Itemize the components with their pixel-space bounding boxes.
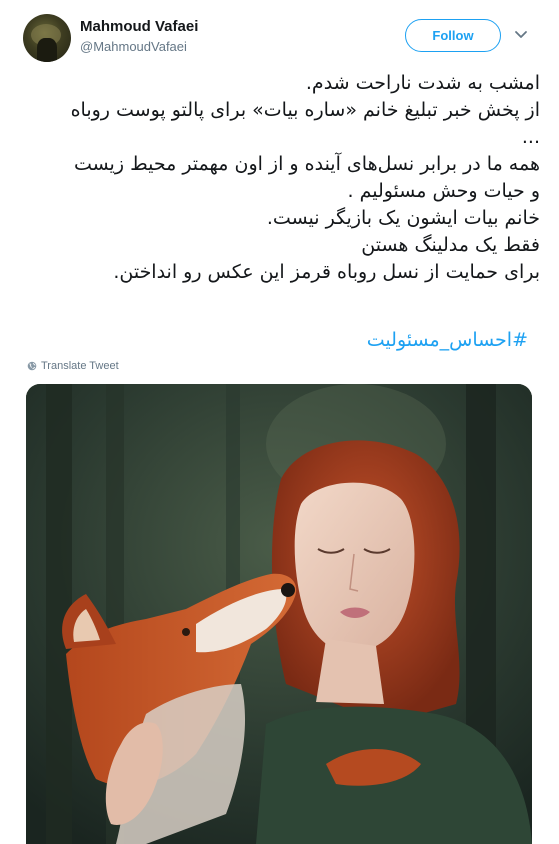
author-handle[interactable]: @MahmoudVafaei (80, 39, 187, 54)
author-name[interactable]: Mahmoud Vafaei (80, 18, 198, 35)
translate-tweet-link[interactable]: Translate Tweet (27, 359, 119, 373)
chevron-down-icon[interactable] (513, 28, 529, 42)
hashtag-link[interactable]: #احساس_مسئولیت (30, 327, 528, 354)
tweet-line: برای حمایت از نسل روباه قرمز این عکس رو … (113, 261, 540, 283)
tweet-header: Mahmoud Vafaei @MahmoudVafaei Follow (0, 0, 559, 70)
tweet-line: امشب به شدت ناراحت شدم. (305, 72, 540, 94)
translate-label: Translate Tweet (41, 360, 119, 372)
author-avatar[interactable] (23, 14, 71, 62)
tweet-line: از پخش خبر تبلیغ خانم «ساره بیات» برای پ… (70, 99, 540, 121)
tweet-line: خانم بیات ایشون یک بازیگر نیست. (266, 207, 540, 229)
tweet-line: فقط یک مدلینگ هستن (361, 234, 540, 256)
photo-illustration (26, 384, 532, 844)
tweet-line: ... (521, 126, 540, 148)
tweet-text: امشب به شدت ناراحت شدم. از پخش خبر تبلیغ… (30, 70, 540, 286)
tweet-line: همه ما در برابر نسل‌های آینده و از اون م… (73, 153, 540, 175)
follow-button[interactable]: Follow (405, 19, 501, 52)
tweet-line: و حیات وحش مسئولیم . (347, 180, 540, 202)
tweet-photo[interactable] (26, 384, 532, 844)
globe-icon (27, 361, 37, 371)
